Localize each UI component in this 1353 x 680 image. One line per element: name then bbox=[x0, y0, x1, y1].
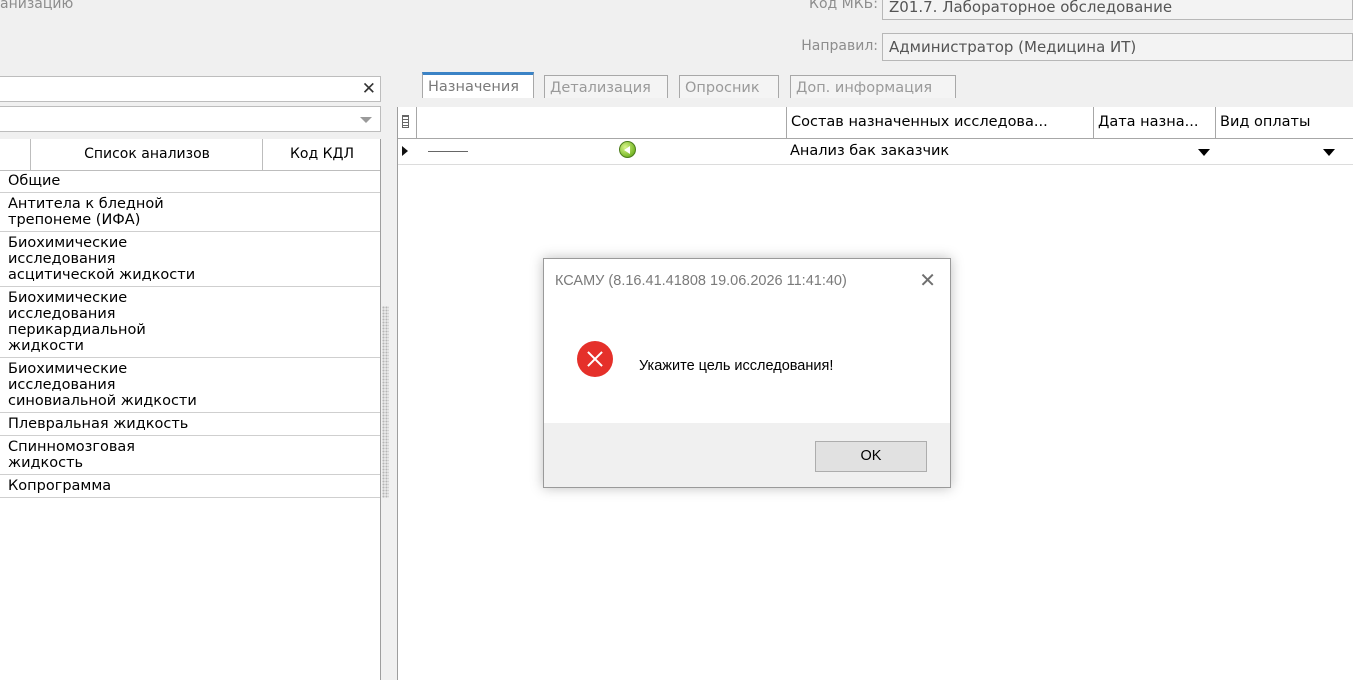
analysis-filter-dropdown[interactable] bbox=[0, 106, 381, 132]
list-item-text: Антитела к бледной bbox=[8, 196, 164, 212]
list-item-text: исследования bbox=[8, 377, 116, 393]
truncated-label: анизацию bbox=[0, 0, 74, 12]
ok-button[interactable]: OK bbox=[815, 441, 927, 472]
column-header-date[interactable]: Дата назна... bbox=[1093, 107, 1215, 138]
error-dialog: КСАМУ (8.16.41.41808 19.06.2026 11:41:40… bbox=[543, 258, 951, 488]
tab-details[interactable]: Детализация bbox=[544, 75, 668, 98]
list-item-text: жидкости bbox=[8, 338, 84, 354]
dialog-title: КСАМУ (8.16.41.41808 19.06.2026 11:41:40… bbox=[555, 273, 847, 289]
analysis-list-header: Список анализов Код КДЛ bbox=[0, 139, 380, 171]
list-item-text: исследования bbox=[8, 251, 116, 267]
directed-by-label: Направил: bbox=[801, 38, 878, 54]
dialog-footer: OK bbox=[544, 423, 950, 487]
list-item[interactable]: Биохимические исследования асцитической жи… bbox=[0, 232, 380, 287]
list-item-text: Плевральная жидкость bbox=[8, 416, 189, 432]
mkb-code-label: Код МКБ: bbox=[809, 0, 878, 12]
column-header-composition[interactable]: Состав назначенных исследова... bbox=[786, 107, 1093, 138]
clear-search-close-icon[interactable]: ✕ bbox=[362, 78, 376, 100]
list-item-text: Биохимические bbox=[8, 361, 128, 377]
list-item[interactable]: Спинномозговая жидкость bbox=[0, 436, 380, 475]
column-header-blank bbox=[416, 107, 786, 138]
chevron-down-icon[interactable] bbox=[1323, 149, 1335, 156]
tab-questionnaire[interactable]: Опросник bbox=[679, 75, 779, 98]
error-icon bbox=[577, 341, 613, 377]
tab-assignments[interactable]: Назначения bbox=[422, 72, 534, 98]
directed-by-field[interactable]: Администратор (Медицина ИТ) bbox=[882, 33, 1353, 61]
list-item-text: перикардиальной bbox=[8, 322, 146, 338]
analysis-list-rows: Общие Антитела к бледной трепонеме (ИФА) Би… bbox=[0, 170, 380, 498]
dash-line-icon bbox=[428, 151, 468, 152]
dialog-message: Укажите цель исследования! bbox=[639, 358, 834, 374]
list-item[interactable]: Общие bbox=[0, 170, 380, 193]
chevron-down-icon[interactable] bbox=[1198, 149, 1210, 156]
grid-header: Состав назначенных исследова... Дата наз… bbox=[398, 107, 1353, 139]
list-item-text: жидкость bbox=[8, 455, 84, 471]
composition-cell[interactable]: Анализ бак заказчик bbox=[790, 139, 949, 164]
list-item-text: синовиальной жидкости bbox=[8, 393, 197, 409]
list-item[interactable]: Плевральная жидкость bbox=[0, 413, 380, 436]
list-item-text: исследования bbox=[8, 306, 116, 322]
splitter-grip[interactable] bbox=[382, 306, 389, 498]
analysis-search-input[interactable]: ✕ bbox=[0, 76, 381, 102]
column-header-payment[interactable]: Вид оплаты bbox=[1215, 107, 1335, 138]
list-item[interactable]: Антитела к бледной трепонеме (ИФА) bbox=[0, 193, 380, 232]
table-row[interactable]: Анализ бак заказчик bbox=[398, 139, 1353, 165]
close-icon[interactable]: ✕ bbox=[919, 269, 936, 291]
list-item-text: Копрограмма bbox=[8, 478, 112, 494]
row-pointer-icon bbox=[402, 146, 408, 156]
list-item[interactable]: Биохимические исследования перикардиальной… bbox=[0, 287, 380, 358]
list-item-text: Биохимические bbox=[8, 290, 128, 306]
list-item-text: асцитической жидкости bbox=[8, 267, 196, 283]
list-item-text: трепонеме (ИФА) bbox=[8, 212, 141, 228]
column-menu-icon[interactable] bbox=[402, 115, 409, 128]
list-item-text: Общие bbox=[8, 173, 61, 189]
mkb-code-field[interactable]: Z01.7. Лабораторное обследование bbox=[882, 0, 1353, 20]
column-header-kdl-code[interactable]: Код КДЛ bbox=[262, 139, 381, 170]
list-item-text: Биохимические bbox=[8, 235, 128, 251]
column-header-analysis-list[interactable]: Список анализов bbox=[30, 139, 263, 170]
analysis-list: Список анализов Код КДЛ Общие Антитела к … bbox=[0, 139, 381, 680]
chevron-down-icon bbox=[360, 117, 372, 123]
tab-additional-info[interactable]: Доп. информация bbox=[790, 75, 956, 98]
back-arrow-icon[interactable] bbox=[619, 141, 636, 158]
list-item[interactable]: Копрограмма bbox=[0, 475, 380, 498]
list-item[interactable]: Биохимические исследования синовиальной жи… bbox=[0, 358, 380, 413]
list-item-text: Спинномозговая bbox=[8, 439, 136, 455]
